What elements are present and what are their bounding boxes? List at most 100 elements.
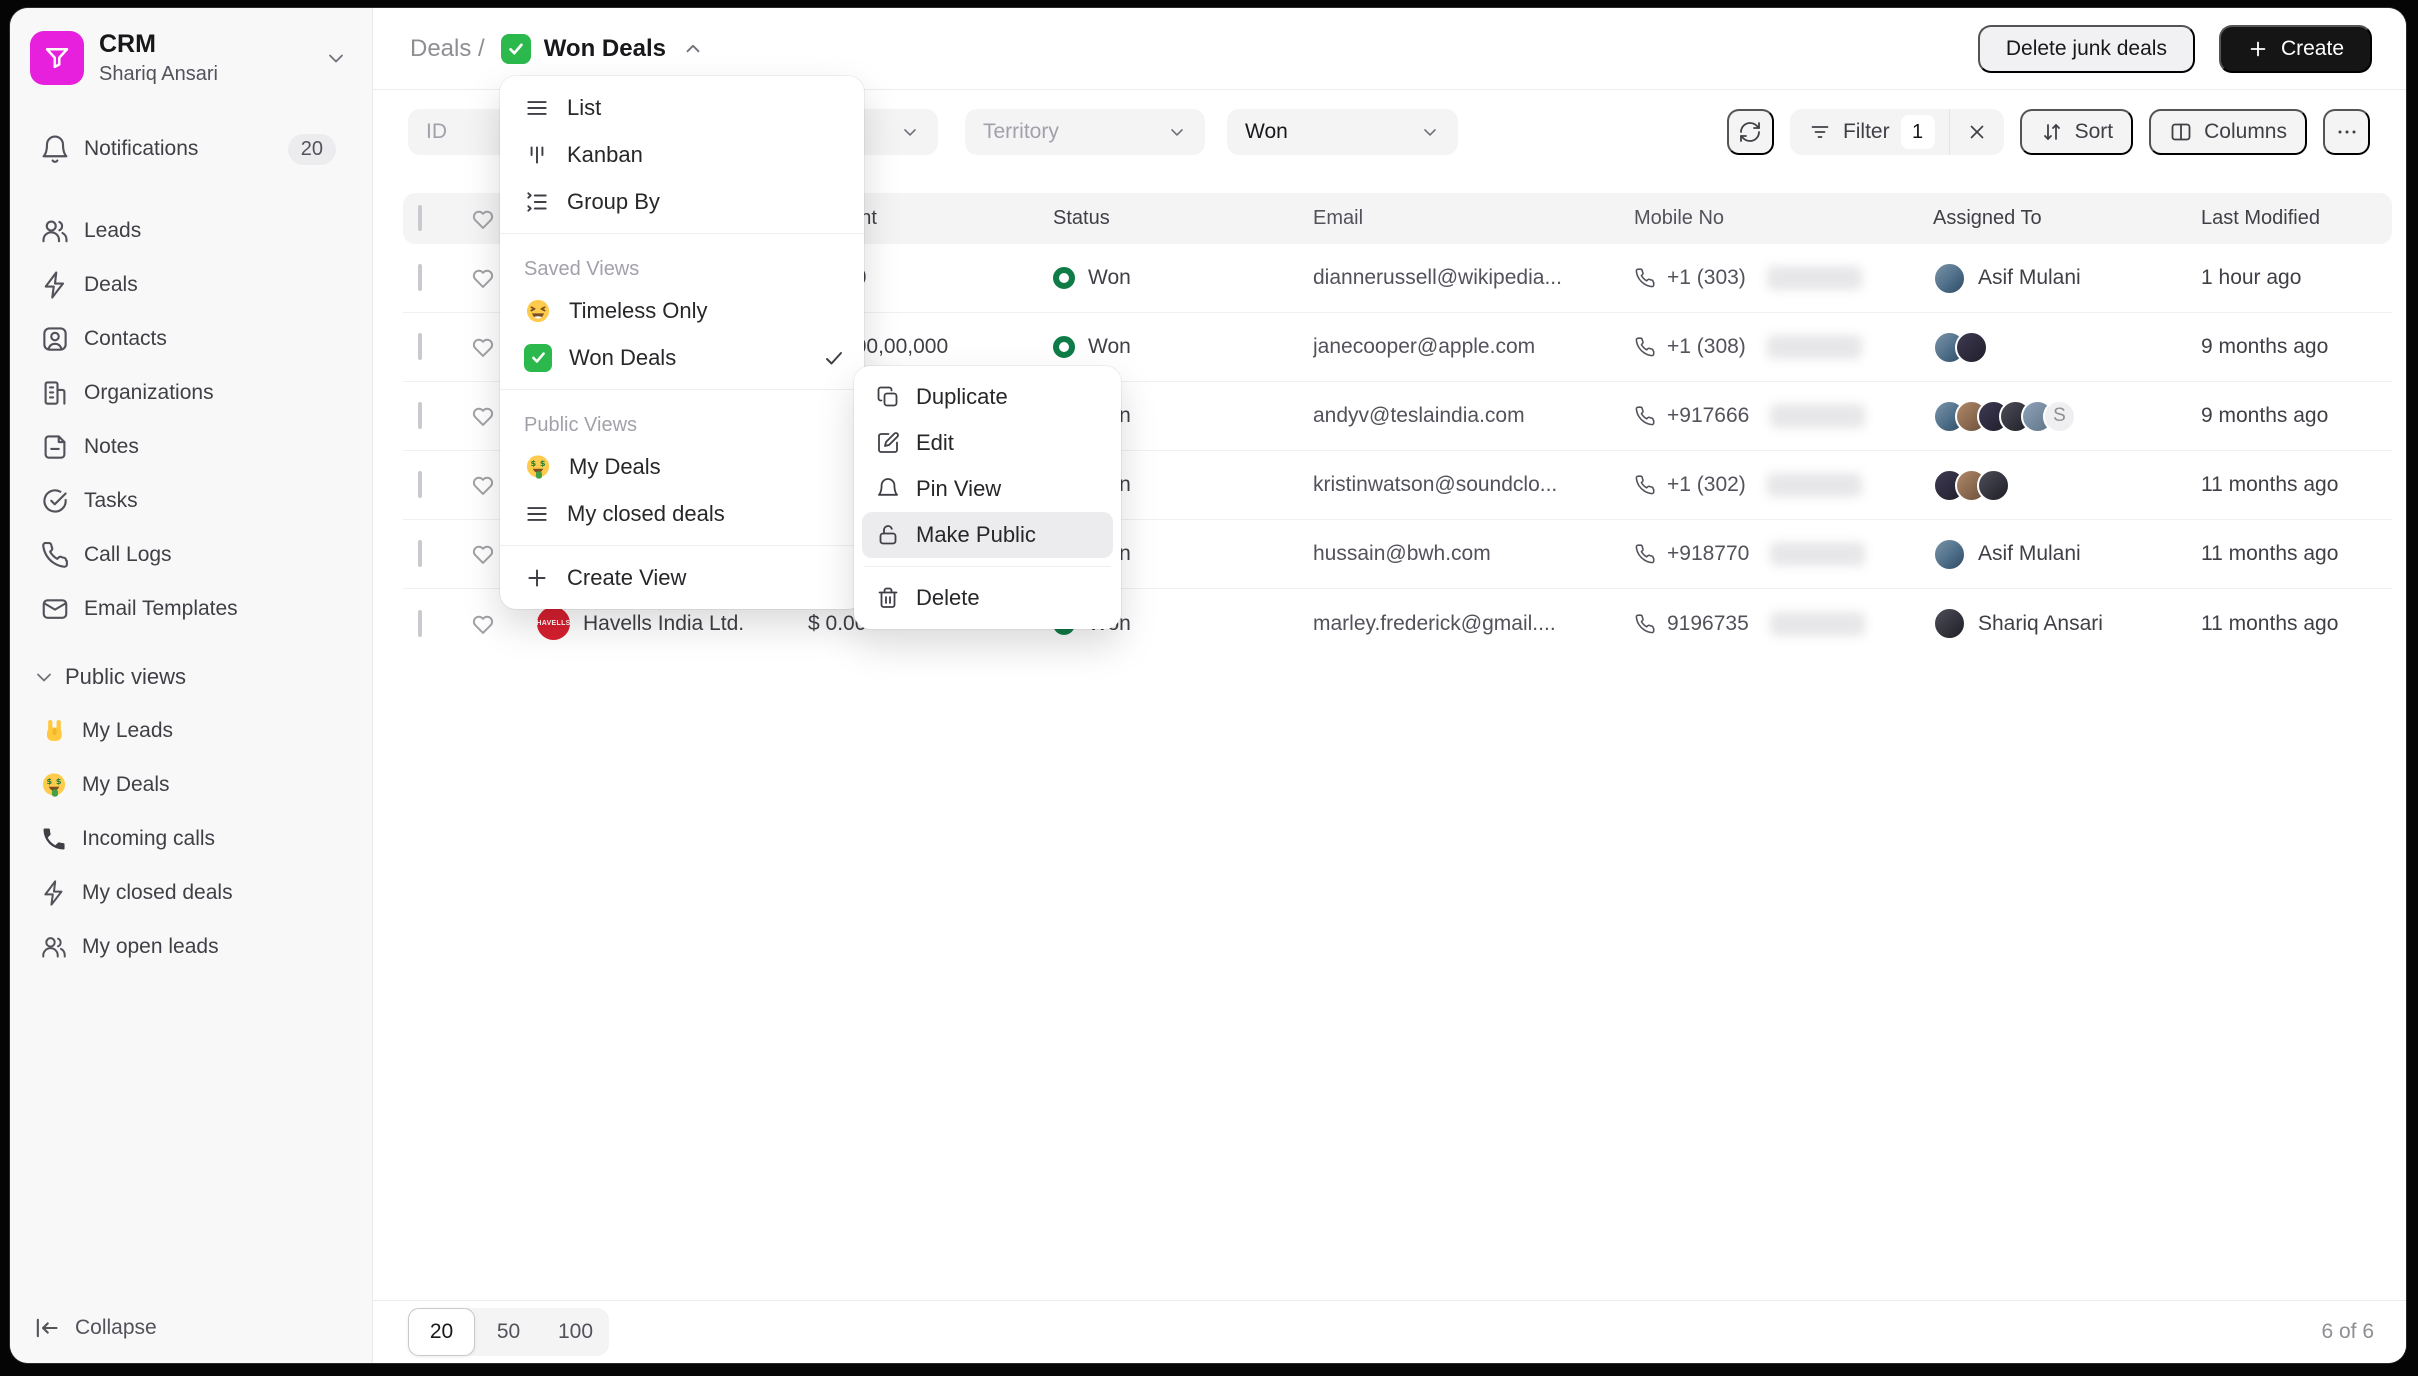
column-header-email[interactable]: Email [1313,207,1634,230]
sidebar-item-my-closed-deals[interactable]: My closed deals [10,866,372,920]
page-size-selector: 20 50 100 [408,1308,609,1356]
menu-item-duplicate[interactable]: Duplicate [862,374,1113,420]
menu-item-list[interactable]: List [500,84,864,131]
row-checkbox[interactable] [418,264,422,291]
svg-text:$: $ [56,776,62,786]
row-checkbox[interactable] [418,333,422,360]
sidebar: CRM Shariq Ansari Notifications 20 Leads… [10,8,373,1363]
menu-item-create-view[interactable]: Create View [500,554,864,601]
menu-item-delete[interactable]: Delete [862,575,1113,621]
sidebar-item-deals[interactable]: Deals [10,258,372,312]
phone-receiver-emoji-icon [43,828,65,850]
column-header-mobile[interactable]: Mobile No [1634,207,1933,230]
sidebar-item-organizations[interactable]: Organizations [10,366,372,420]
users-icon [42,220,68,243]
menu-item-make-public[interactable]: Make Public [862,512,1113,558]
sidebar-item-leads[interactable]: Leads [10,204,372,258]
collapse-icon [36,1318,58,1338]
territory-filter-select[interactable]: Territory [965,109,1205,155]
assigned-name: Asif Mulani [1978,542,2081,565]
page-size-20-button[interactable]: 20 [408,1308,475,1356]
create-button[interactable]: Create [2218,24,2372,73]
menu-item-pin-view[interactable]: Pin View [862,466,1113,512]
sidebar-item-label: My Deals [82,773,170,796]
workspace-switcher[interactable]: CRM Shariq Ansari [10,8,372,86]
kanban-icon [530,145,544,164]
zap-icon [44,880,63,906]
delete-junk-deals-button[interactable]: Delete junk deals [1977,24,2195,73]
sidebar-item-my-leads[interactable]: My Leads [10,704,372,758]
sidebar-item-my-open-leads[interactable]: My open leads [10,920,372,974]
row-checkbox[interactable] [418,540,422,567]
sidebar-item-label: My open leads [82,935,219,958]
mobile-cell: +1 (308) [1667,335,1746,358]
sidebar-item-contacts[interactable]: Contacts [10,312,372,366]
refresh-icon [1740,122,1761,142]
sidebar-item-notifications[interactable]: Notifications 20 [10,122,372,176]
phone-icon [1635,337,1655,357]
divider [500,389,864,390]
refresh-button[interactable] [1726,109,1774,155]
chevron-down-icon[interactable] [324,46,348,70]
favorite-heart-icon[interactable] [470,611,496,637]
users-icon [42,937,66,958]
plus-icon [528,568,546,587]
menu-item-my-deals[interactable]: $ $ My Deals [500,443,864,490]
row-checkbox[interactable] [418,471,422,498]
lock-open-icon [879,525,897,545]
favorite-heart-icon[interactable] [470,472,496,498]
public-views-section-toggle[interactable]: Public views [10,650,372,704]
money-face-emoji-icon: $ $ [42,773,66,797]
sidebar-item-email-templates[interactable]: Email Templates [10,582,372,636]
modified-cell: 1 hour ago [2201,266,2302,289]
chevron-up-icon[interactable] [682,38,704,60]
plus-icon [2250,41,2266,56]
menu-item-timeless-only[interactable]: Timeless Only [500,287,864,334]
row-checkbox[interactable] [418,609,422,637]
select-all-checkbox[interactable] [418,205,422,231]
favorite-heart-icon[interactable] [470,265,496,291]
filter-button-label: Filter [1842,120,1890,143]
favorite-heart-icon[interactable] [470,334,496,360]
page-title[interactable]: Won Deals [544,35,666,63]
column-header-modified[interactable]: Last Modified [2201,207,2392,230]
more-options-button[interactable] [2323,109,2370,155]
breadcrumb-deals-link[interactable]: Deals / [410,35,485,63]
mobile-cell: +918770 [1667,542,1750,565]
sidebar-item-notes[interactable]: Notes [10,420,372,474]
crm-logo [30,31,84,85]
menu-item-won-deals[interactable]: Won Deals [500,334,864,381]
filter-button[interactable]: Filter 1 [1790,115,1949,149]
sidebar-item-call-logs[interactable]: Call Logs [10,528,372,582]
row-checkbox[interactable] [418,402,422,429]
column-header-assigned[interactable]: Assigned To [1933,207,2201,230]
menu-item-label: Kanban [567,141,643,167]
menu-item-kanban[interactable]: Kanban [500,131,864,178]
sidebar-item-tasks[interactable]: Tasks [10,474,372,528]
funnel-icon [45,48,69,69]
sidebar-item-incoming-calls[interactable]: Incoming calls [10,812,372,866]
columns-button[interactable]: Columns [2149,109,2307,155]
sidebar-item-my-deals[interactable]: $ $ My Deals [10,758,372,812]
mail-icon [42,599,68,619]
menu-item-edit[interactable]: Edit [862,420,1113,466]
sidebar-item-label: Notes [84,435,139,458]
redacted-number [1769,611,1865,636]
clear-filter-button[interactable] [1950,121,2004,143]
collapse-sidebar-button[interactable]: Collapse [10,1293,372,1363]
column-header-status[interactable]: Status [1053,207,1313,230]
menu-item-group-by[interactable]: Group By [500,178,864,225]
laughing-emoji-icon [526,299,550,322]
menu-item-my-closed-deals[interactable]: My closed deals [500,490,864,537]
close-icon [1970,125,1983,139]
page-size-50-button[interactable]: 50 [475,1308,542,1356]
favorite-heart-icon[interactable] [470,541,496,567]
selected-check-icon [826,351,842,364]
stage-filter-select[interactable]: Won [1227,109,1458,155]
phone-icon [1635,475,1655,495]
page-size-100-button[interactable]: 100 [542,1308,609,1356]
sort-button[interactable]: Sort [2019,109,2134,155]
menu-item-label: Won Deals [569,344,677,370]
ellipsis-icon [2338,130,2355,134]
favorite-heart-icon[interactable] [470,403,496,429]
